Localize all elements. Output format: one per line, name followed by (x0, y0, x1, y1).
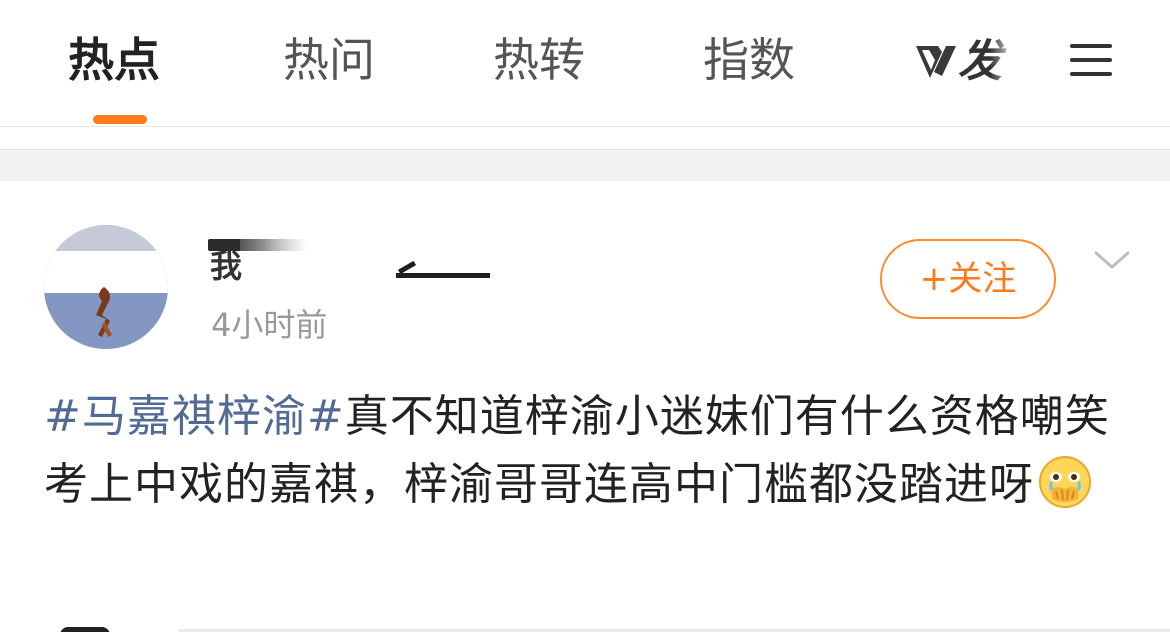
avatar[interactable] (44, 225, 168, 349)
chevron-down-icon[interactable] (1092, 241, 1132, 281)
follow-button[interactable]: +关注 (880, 239, 1056, 319)
tab-index[interactable]: 指数 (703, 30, 795, 90)
tab-hot-reposts[interactable]: 热转 (493, 30, 585, 90)
next-post-avatar-edge (60, 627, 110, 632)
crying-face-emoji-icon (1039, 456, 1091, 508)
post-timestamp: 4小时前 (211, 306, 328, 344)
section-separator (0, 149, 1170, 182)
post-body: #马嘉祺梓渝#真不知道梓渝小迷妹们有什么资格嘲笑考上中戏的嘉祺，梓渝哥哥连高中门… (44, 383, 1134, 519)
topic-link[interactable]: #马嘉祺梓渝# (44, 391, 345, 442)
v-logo-icon (916, 46, 956, 78)
tab-overflow-fade (990, 30, 1030, 94)
avatar-figure-icon (96, 287, 112, 337)
redaction-mask (240, 225, 410, 273)
tab-hot[interactable]: 热点 (68, 30, 160, 90)
post-card: 我 4小时前 +关注 #马嘉祺梓渝#真不知道梓渝小迷妹们有什么资格嘲笑考上中戏的… (0, 181, 1170, 632)
hamburger-menu-icon[interactable] (1068, 40, 1116, 80)
active-tab-indicator (93, 115, 147, 124)
redaction-mark (396, 273, 490, 278)
weibo-page: 热点 热问 热转 指数 发 我 4小时前 +关注 #马嘉祺梓渝#真不知道梓渝小迷… (0, 0, 1170, 632)
tab-hot-questions[interactable]: 热问 (283, 30, 375, 90)
top-tab-bar: 热点 热问 热转 指数 发 (0, 0, 1170, 127)
